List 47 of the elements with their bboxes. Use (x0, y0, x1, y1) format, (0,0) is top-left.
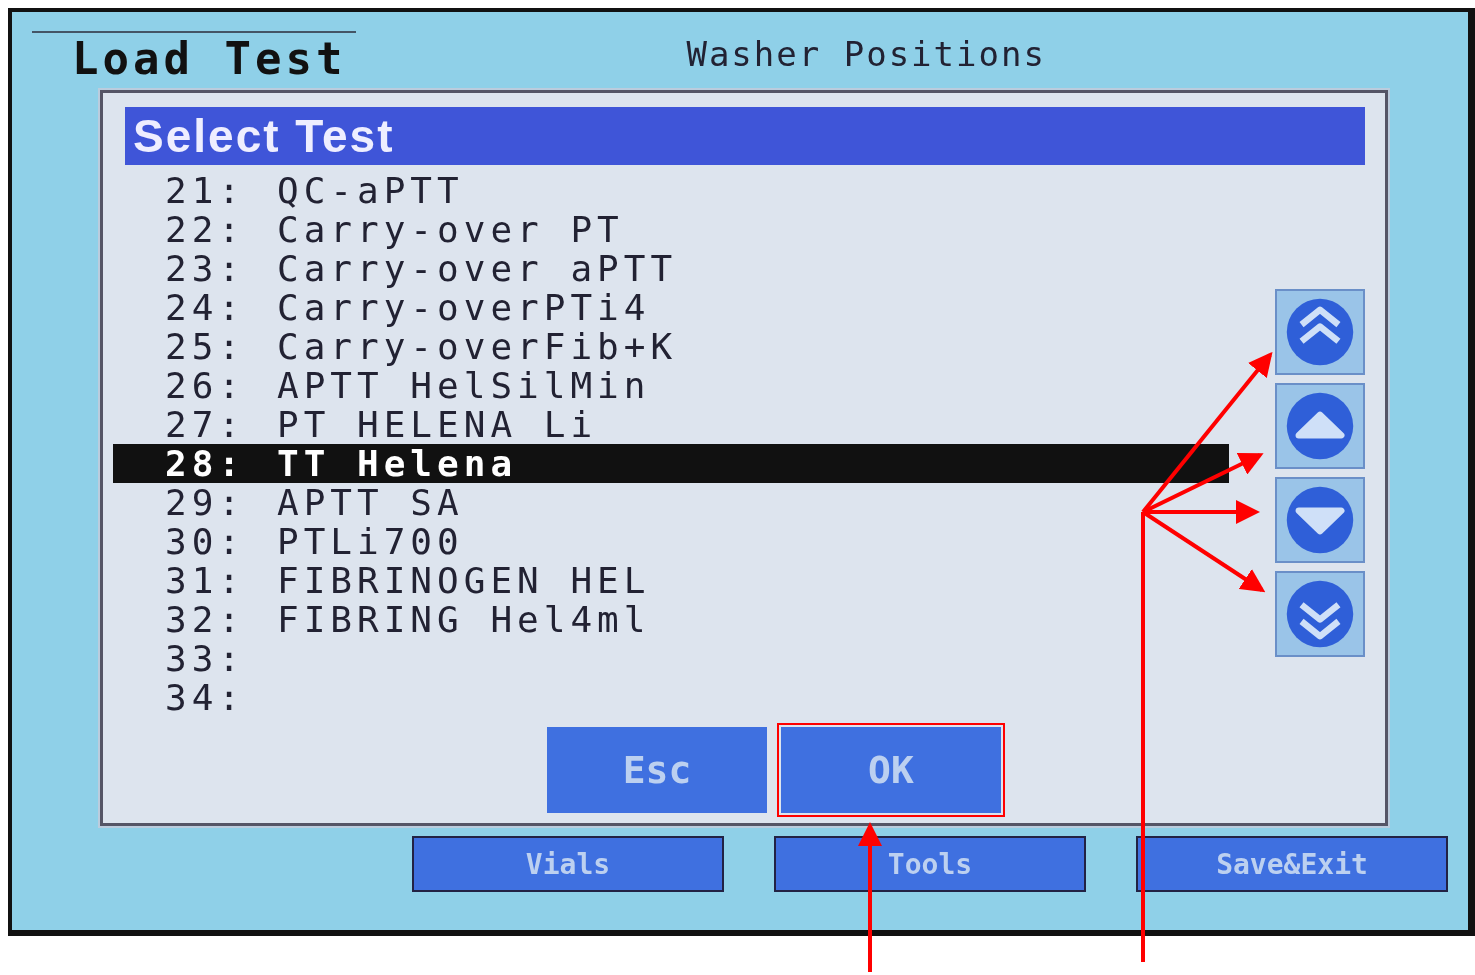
test-number: 30: (165, 521, 247, 562)
dialog-title: Select Test (125, 107, 1365, 165)
screen-title: Load Test (32, 31, 357, 84)
test-list-item[interactable]: 23: Carry-over aPTT (113, 249, 1229, 288)
test-number: 22: (165, 209, 247, 250)
test-name: Carry-over aPTT (277, 248, 678, 289)
test-name: Carry-overPTi4 (277, 287, 651, 328)
test-number: 29: (165, 482, 247, 523)
test-number: 25: (165, 326, 247, 367)
test-list-item[interactable]: 27: PT HELENA Li (113, 405, 1229, 444)
test-name: Carry-overFib+K (277, 326, 678, 367)
test-list-item[interactable]: 25: Carry-overFib+K (113, 327, 1229, 366)
test-number: 27: (165, 404, 247, 445)
scroll-button[interactable] (1275, 383, 1365, 469)
test-list-item[interactable]: 26: APTT HelSilMin (113, 366, 1229, 405)
test-name: PT HELENA Li (277, 404, 598, 445)
test-name: FIBRING Hel4ml (277, 599, 651, 640)
test-name: Carry-over PT (277, 209, 624, 250)
scroll-button[interactable] (1275, 571, 1365, 657)
test-number: 21: (165, 170, 247, 211)
test-number: 34: (165, 677, 247, 718)
test-name: FIBRINOGEN HEL (277, 560, 651, 601)
scroll-button[interactable] (1275, 477, 1365, 563)
test-name: APTT SA (277, 482, 464, 523)
test-name: PTLi700 (277, 521, 464, 562)
test-list-item[interactable]: 28: TT Helena (113, 444, 1229, 483)
test-name: APTT HelSilMin (277, 365, 651, 406)
test-number: 23: (165, 248, 247, 289)
test-name: TT Helena (277, 443, 518, 484)
scroll-button[interactable] (1275, 289, 1365, 375)
test-list-item[interactable]: 24: Carry-overPTi4 (113, 288, 1229, 327)
test-list-item[interactable]: 31: FIBRINOGEN HEL (113, 561, 1229, 600)
test-list-item[interactable]: 34: (113, 678, 1229, 717)
test-number: 33: (165, 638, 247, 679)
test-number: 24: (165, 287, 247, 328)
test-list-item[interactable]: 33: (113, 639, 1229, 678)
test-number: 28: (165, 443, 247, 484)
test-list-item[interactable]: 32: FIBRING Hel4ml (113, 600, 1229, 639)
test-list-item[interactable]: 30: PTLi700 (113, 522, 1229, 561)
test-number: 32: (165, 599, 247, 640)
section-label: Washer Positions (686, 34, 1046, 74)
test-list-item[interactable]: 22: Carry-over PT (113, 210, 1229, 249)
test-list-item[interactable]: 21: QC-aPTT (113, 171, 1229, 210)
test-list-item[interactable]: 29: APTT SA (113, 483, 1229, 522)
test-number: 31: (165, 560, 247, 601)
test-name: QC-aPTT (277, 170, 464, 211)
test-number: 26: (165, 365, 247, 406)
